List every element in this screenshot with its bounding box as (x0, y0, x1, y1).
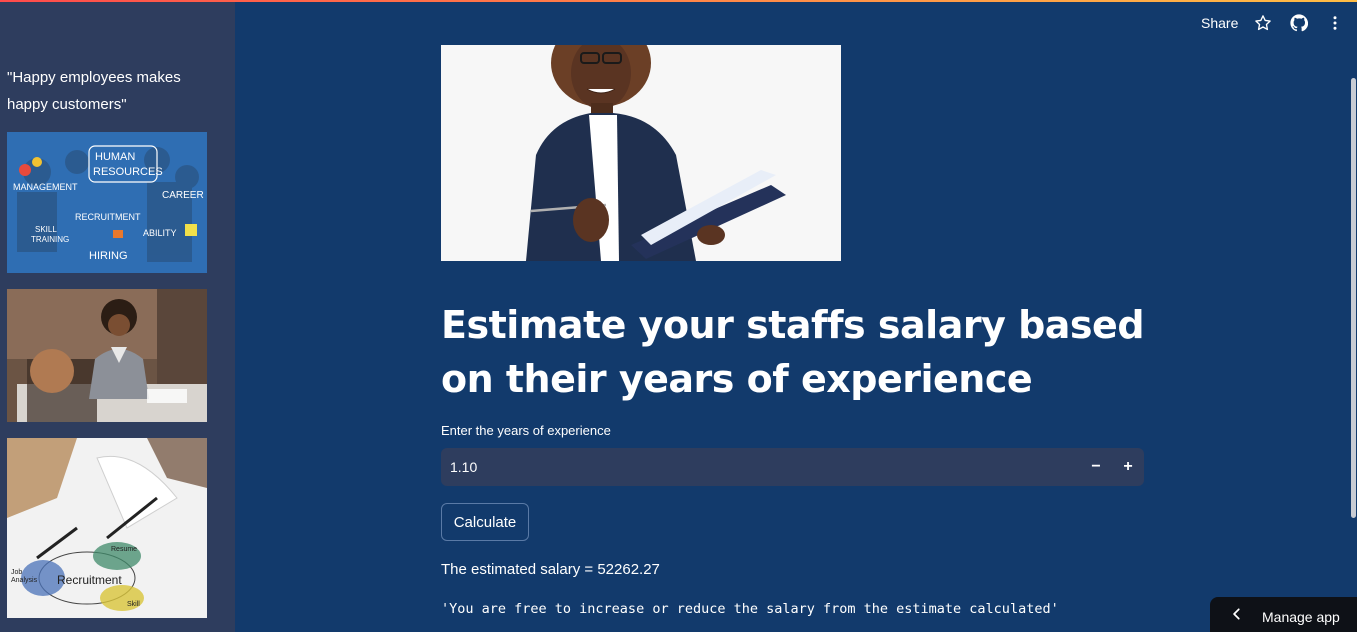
hr-word-8: ABILITY (143, 228, 177, 238)
years-experience-field[interactable] (441, 448, 1071, 486)
sidebar: "Happy employees makes happy customers" … (0, 0, 235, 632)
page-title: Estimate your staffs salary based on the… (441, 303, 1145, 401)
recruit-word-5: Skill (127, 601, 140, 608)
recruitment-diagram-image: Recruitment Resume Job Analysis Skill (7, 438, 207, 618)
chevron-left-icon (1230, 607, 1244, 621)
github-icon[interactable] (1290, 14, 1309, 32)
hr-word-7: TRAINING (31, 235, 69, 244)
hr-word-4: CAREER (162, 190, 204, 201)
scrollbar[interactable] (1351, 78, 1356, 518)
hr-word-9: HIRING (89, 250, 128, 262)
recruit-word-2: Resume (111, 546, 137, 553)
top-decoration-line (0, 0, 1357, 2)
sidebar-quote: "Happy employees makes happy customers" (7, 69, 181, 113)
hr-word-6: SKILL (35, 225, 57, 234)
recruit-word-3: Job (11, 569, 22, 576)
calculate-button[interactable]: Calculate (441, 503, 529, 541)
hr-word-2: RESOURCES (93, 166, 163, 178)
hr-word-5: RECRUITMENT (75, 212, 141, 222)
recruit-word-1: Recruitment (57, 573, 122, 587)
salary-note-text: 'You are free to increase or reduce the … (441, 601, 1059, 617)
decrement-button[interactable]: − (1083, 454, 1109, 480)
business-meeting-image (7, 289, 207, 422)
star-icon[interactable] (1254, 14, 1272, 32)
manage-app-label: Manage app (1262, 609, 1340, 625)
hero-image (441, 45, 841, 261)
years-input-label: Enter the years of experience (441, 423, 611, 438)
hr-word-1: HUMAN (95, 151, 135, 163)
increment-button[interactable]: + (1115, 454, 1141, 480)
more-vertical-icon[interactable] (1326, 14, 1344, 32)
manage-app-button[interactable]: Manage app (1210, 597, 1357, 632)
recruit-word-4: Analysis (11, 577, 38, 584)
hr-word-3: MANAGEMENT (13, 182, 78, 192)
years-number-input: − + (441, 448, 1144, 486)
share-button[interactable]: Share (1201, 15, 1238, 31)
hr-concept-image: HUMAN RESOURCES MANAGEMENT CAREER RECRUI… (7, 132, 207, 273)
estimated-salary-text: The estimated salary = 52262.27 (441, 561, 660, 578)
